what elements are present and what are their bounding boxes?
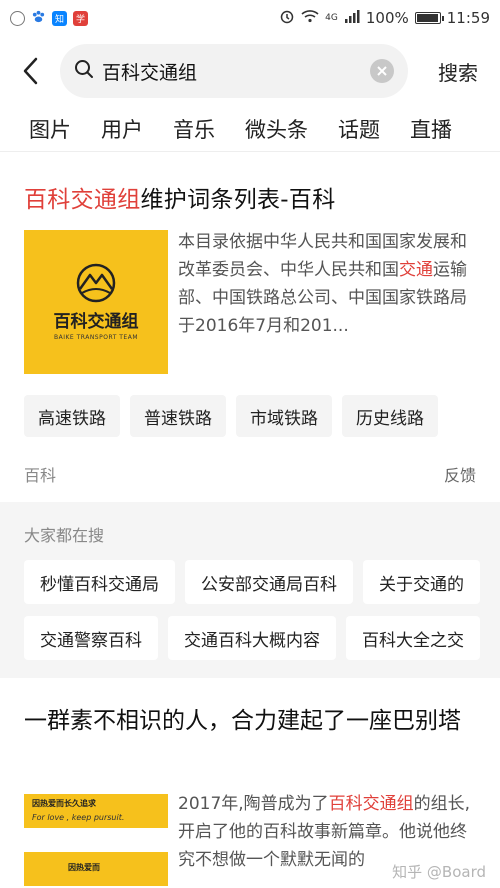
- chip-conventional-rail[interactable]: 普速铁路: [130, 395, 226, 437]
- title-rest: 维护词条列表-百科: [140, 187, 336, 213]
- article-desc-highlight: 百科交通组: [328, 794, 414, 814]
- search-icon: [74, 59, 94, 83]
- desc-highlight: 交通: [399, 260, 433, 280]
- related-row-1: 秒懂百科交通局 公安部交通局百科 关于交通的: [24, 560, 480, 604]
- search-button[interactable]: 搜索: [438, 57, 478, 86]
- chip-historic-lines[interactable]: 历史线路: [342, 395, 438, 437]
- wifi-icon: [301, 9, 319, 27]
- article-desc-text: 2017年,陶普成为了: [178, 794, 329, 814]
- search-bar: 搜索: [0, 42, 500, 100]
- related-chip[interactable]: 百科大全之交: [346, 616, 480, 660]
- clock: 11:59: [446, 9, 490, 27]
- result-source: 百科: [24, 466, 57, 485]
- close-icon: [377, 66, 387, 76]
- search-input[interactable]: [102, 60, 370, 82]
- app-icon: 学: [73, 10, 88, 26]
- tab-music[interactable]: 音乐: [173, 114, 215, 144]
- watermark: 知乎 @Board: [392, 863, 486, 881]
- alarm-icon: [279, 8, 295, 28]
- result-description: 本目录依据中华人民共和国国家发展和改革委员会、中华人民共和国交通运输部、中国铁路…: [178, 228, 478, 340]
- battery-icon: [414, 12, 444, 24]
- tab-topics[interactable]: 话题: [338, 114, 380, 144]
- related-chip[interactable]: 交通百科大概内容: [168, 616, 336, 660]
- feedback-link[interactable]: 反馈: [444, 462, 476, 486]
- article-title[interactable]: 一群素不相识的人，合力建起了一座巴别塔: [24, 702, 484, 740]
- thumb-caption-2: 因热爱而: [68, 863, 100, 872]
- related-chip[interactable]: 关于交通的: [363, 560, 480, 604]
- thumb-gap: [24, 828, 168, 852]
- back-button[interactable]: [0, 42, 60, 100]
- related-chip[interactable]: 秒懂百科交通局: [24, 560, 175, 604]
- battery-fill: [416, 14, 438, 22]
- network-type: 4G: [325, 13, 338, 23]
- clear-search-button[interactable]: [370, 59, 394, 83]
- paw-icon: [31, 9, 46, 28]
- logo-subtitle: BAIKE TRANSPORT TEAM: [54, 334, 138, 341]
- wechat-icon: [10, 10, 25, 26]
- article-result-card[interactable]: 一群素不相识的人，合力建起了一座巴别塔 因热爱而长久追求 For love , …: [0, 686, 500, 888]
- result-title[interactable]: 百科交通组维护词条列表-百科: [24, 180, 336, 214]
- tab-live[interactable]: 直播: [410, 114, 452, 144]
- thumb-band-bottom: 因热爱而: [24, 852, 168, 886]
- tab-images[interactable]: 图片: [29, 114, 71, 144]
- chip-suburban-rail[interactable]: 市域铁路: [236, 395, 332, 437]
- tab-users[interactable]: 用户: [101, 114, 143, 144]
- zhihu-icon: 知: [52, 10, 67, 26]
- related-chip[interactable]: 公安部交通局百科: [185, 560, 353, 604]
- signal-icon: [344, 9, 360, 27]
- category-tabs: 项 图片 用户 音乐 微头条 话题 直播: [0, 106, 500, 152]
- thumb-caption-en: For love , keep pursuit.: [32, 813, 125, 822]
- notification-icons: 知 学: [10, 9, 88, 28]
- baike-result-card[interactable]: 百科交通组维护词条列表-百科 百科交通组 BAIKE TRANSPORT TEA…: [0, 160, 500, 498]
- chip-high-speed-rail[interactable]: 高速铁路: [24, 395, 120, 437]
- mountain-logo-icon: [76, 263, 116, 303]
- result-thumbnail[interactable]: 百科交通组 BAIKE TRANSPORT TEAM: [24, 230, 168, 374]
- tab-micro-posts[interactable]: 微头条: [245, 114, 308, 144]
- status-bar: 知 学 4G 100% 11:59: [0, 0, 500, 36]
- related-chip[interactable]: 交通警察百科: [24, 616, 158, 660]
- related-row-2: 交通警察百科 交通百科大概内容 百科大全之交: [24, 616, 480, 660]
- result-chips: 高速铁路 普速铁路 市域铁路 历史线路: [24, 395, 438, 437]
- related-searches: 大家都在搜 秒懂百科交通局 公安部交通局百科 关于交通的 交通警察百科 交通百科…: [0, 502, 500, 678]
- chevron-left-icon: [23, 57, 38, 85]
- thumb-caption: 因热爱而长久追求: [32, 799, 96, 808]
- thumb-band-top: 因热爱而长久追求 For love , keep pursuit.: [24, 794, 168, 828]
- article-thumbnail[interactable]: 因热爱而长久追求 For love , keep pursuit. 因热爱而: [24, 794, 168, 888]
- system-indicators: 4G 100% 11:59: [279, 8, 490, 28]
- search-box[interactable]: [60, 44, 408, 98]
- battery-percent: 100%: [365, 9, 409, 27]
- title-highlight: 百科交通组: [24, 187, 141, 213]
- logo-name: 百科交通组: [53, 312, 139, 332]
- related-title: 大家都在搜: [24, 526, 105, 545]
